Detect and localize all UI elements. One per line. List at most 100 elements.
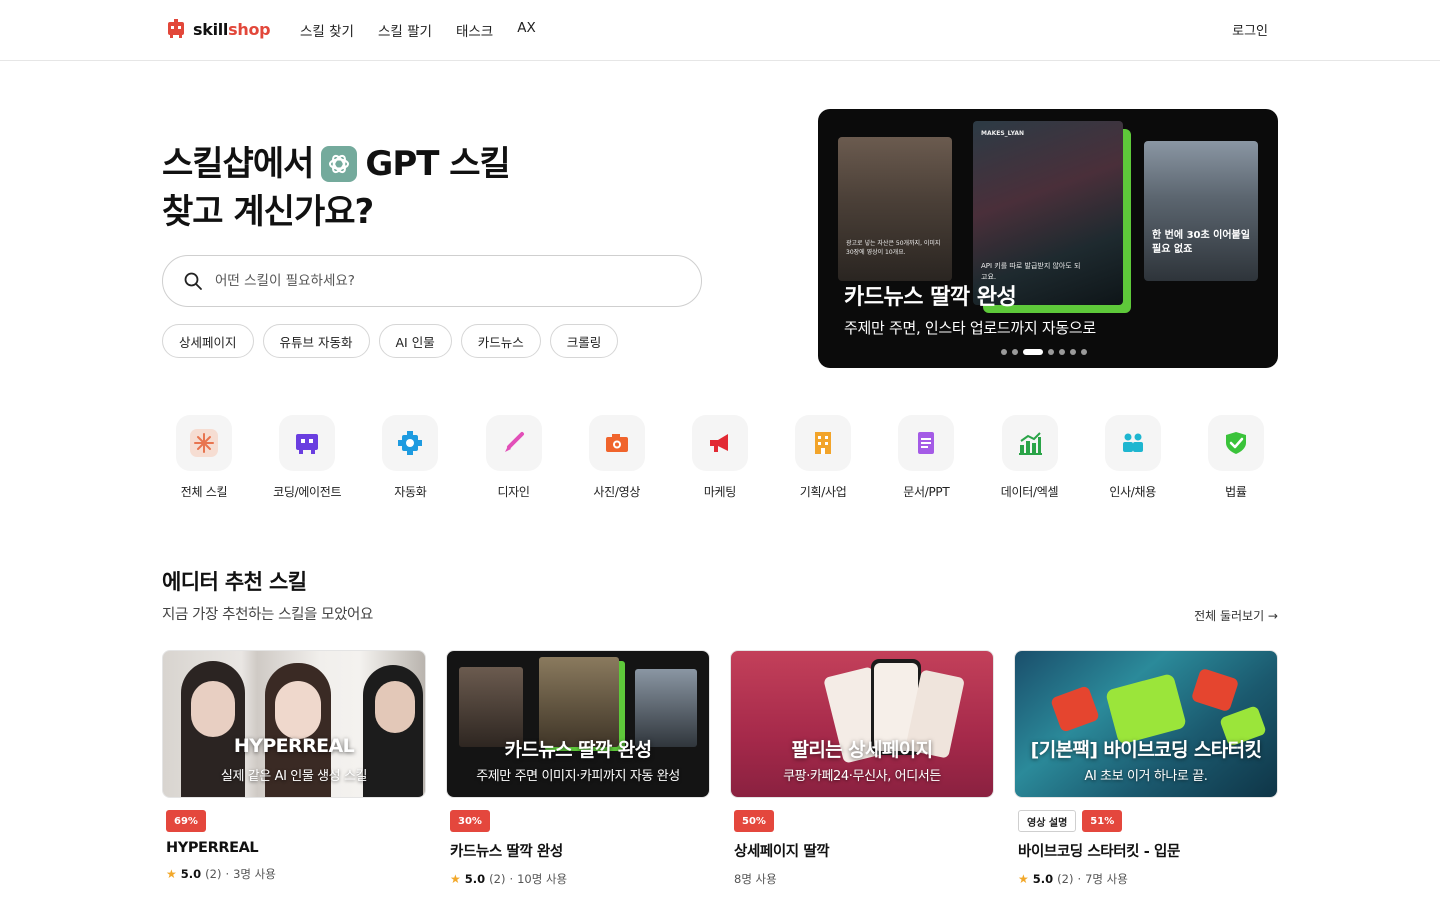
category-label: 기획/사업 bbox=[799, 485, 847, 499]
carousel-dot[interactable] bbox=[1048, 349, 1054, 355]
carousel-dots bbox=[1001, 349, 1087, 355]
meta-separator: · bbox=[1077, 872, 1082, 886]
banner-card1-caption: 광고로 넣는 자산은 50개까지, 이미지 30장에 영상이 10개요. bbox=[846, 240, 941, 256]
category-document-ppt[interactable]: 문서/PPT bbox=[884, 415, 968, 500]
skill-card-detail-page[interactable]: 팔리는 상세페이지 쿠팡·카페24·무신사, 어디서든 50% 상세페이지 딸깍… bbox=[730, 650, 994, 887]
thumbnail-subtitle: 쿠팡·카페24·무신사, 어디서든 bbox=[783, 769, 941, 784]
nav-task[interactable]: 태스크 bbox=[456, 20, 493, 40]
skill-card-hyperreal[interactable]: HYPERREAL 실제 같은 AI 인물 생성 스킬 69% HYPERREA… bbox=[162, 650, 426, 887]
carousel-dot[interactable] bbox=[1001, 349, 1007, 355]
main-nav: 스킬 찾기 스킬 팔기 태스크 AX bbox=[300, 20, 536, 40]
star-icon: ★ bbox=[450, 872, 461, 886]
bar-chart-icon bbox=[1001, 415, 1058, 471]
rating: 5.0 bbox=[180, 867, 202, 881]
user-count: 8명 사용 bbox=[734, 872, 777, 886]
keyword-chips: 상세페이지 유튜브 자동화 AI 인물 카드뉴스 크롤링 bbox=[162, 324, 619, 358]
category-planning-business[interactable]: 기획/사업 bbox=[781, 415, 865, 500]
discount-badge: 30% bbox=[450, 810, 490, 832]
category-design[interactable]: 디자인 bbox=[472, 415, 556, 500]
chip-youtube-automation[interactable]: 유튜브 자동화 bbox=[262, 324, 370, 358]
skill-thumbnail: [기본팩] 바이브코딩 스타터킷 AI 초보 이거 하나로 끝. bbox=[1014, 650, 1278, 798]
skill-meta: ★ 5.0 (2) · 10명 사용 bbox=[446, 871, 710, 887]
carousel-dot[interactable] bbox=[1059, 349, 1065, 355]
discount-badge: 50% bbox=[734, 810, 774, 832]
skill-name[interactable]: HYPERREAL bbox=[162, 840, 426, 856]
thumbnail-title: 카드뉴스 딸깍 완성 bbox=[504, 739, 652, 761]
category-hr-recruit[interactable]: 인사/채용 bbox=[1091, 415, 1175, 500]
banner-image-street: 광고로 넣는 자산은 50개까지, 이미지 30장에 영상이 10개요. bbox=[838, 137, 952, 281]
search-input[interactable] bbox=[215, 273, 675, 289]
hero-title-line1-post: GPT 스킬 bbox=[365, 144, 510, 184]
chip-crawling[interactable]: 크롤링 bbox=[549, 324, 619, 358]
skill-card-vibe-coding[interactable]: [기본팩] 바이브코딩 스타터킷 AI 초보 이거 하나로 끝. 영상 설명 5… bbox=[1014, 650, 1278, 887]
category-legal[interactable]: 법률 bbox=[1194, 415, 1278, 500]
carousel-dot-active[interactable] bbox=[1023, 349, 1043, 355]
carousel-dot[interactable] bbox=[1081, 349, 1087, 355]
user-count: 3명 사용 bbox=[233, 867, 276, 881]
skill-thumbnail: 카드뉴스 딸깍 완성 주제만 주면 이미지·카피까지 자동 완성 bbox=[446, 650, 710, 798]
skill-name[interactable]: 바이브코딩 스타터킷 - 입문 bbox=[1014, 840, 1278, 861]
category-label: 사진/영상 bbox=[593, 485, 641, 499]
badge-row: 50% bbox=[730, 810, 994, 832]
user-count: 10명 사용 bbox=[517, 872, 568, 886]
section-subtitle: 지금 가장 추천하는 스킬을 모았어요 bbox=[162, 607, 373, 623]
category-label: 전체 스킬 bbox=[180, 485, 228, 499]
nav-sell-skill[interactable]: 스킬 팔기 bbox=[378, 20, 432, 40]
gear-icon bbox=[382, 415, 439, 471]
people-icon bbox=[1104, 415, 1161, 471]
category-all[interactable]: 전체 스킬 bbox=[162, 415, 246, 500]
skill-name[interactable]: 상세페이지 딸깍 bbox=[730, 840, 994, 861]
badge-row: 30% bbox=[446, 810, 710, 832]
skill-thumbnail: HYPERREAL 실제 같은 AI 인물 생성 스킬 bbox=[162, 650, 426, 798]
category-data-excel[interactable]: 데이터/엑셀 bbox=[988, 415, 1072, 500]
category-label: 문서/PPT bbox=[903, 485, 950, 499]
banner-card3-caption: 한 번에 30초 이어붙일 필요 없죠 bbox=[1152, 230, 1250, 255]
skill-name[interactable]: 카드뉴스 딸깍 완성 bbox=[446, 840, 710, 861]
skill-card-cardnews[interactable]: 카드뉴스 딸깍 완성 주제만 주면 이미지·카피까지 자동 완성 30% 카드뉴… bbox=[446, 650, 710, 887]
login-link[interactable]: 로그인 bbox=[1232, 20, 1268, 39]
chip-card-news[interactable]: 카드뉴스 bbox=[460, 324, 541, 358]
view-all-link[interactable]: 전체 둘러보기 → bbox=[1194, 607, 1278, 624]
category-list: 전체 스킬 코딩/에이전트 자동화 디자인 사진/영상 마케팅 기획/사업 문서… bbox=[162, 415, 1278, 500]
search-icon bbox=[184, 272, 202, 290]
portrait-face bbox=[191, 681, 235, 737]
discount-badge: 51% bbox=[1082, 810, 1123, 832]
meta-separator: · bbox=[509, 872, 514, 886]
thumbnail-title: HYPERREAL bbox=[233, 735, 355, 757]
badge-row: 영상 설명 51% bbox=[1014, 810, 1278, 832]
carousel-dot[interactable] bbox=[1012, 349, 1018, 355]
logo-text: skillshop bbox=[193, 19, 271, 39]
search-bar[interactable] bbox=[162, 255, 702, 307]
top-header: skillshop 스킬 찾기 스킬 팔기 태스크 AX 로그인 bbox=[0, 0, 1440, 61]
hero-title: 스킬샵에서 GPT 스킬 찾고 계신가요? bbox=[162, 140, 511, 236]
category-label: 디자인 bbox=[497, 485, 530, 499]
sparkle-icon bbox=[176, 415, 232, 471]
skill-meta: 8명 사용 bbox=[730, 871, 994, 887]
category-photo-video[interactable]: 사진/영상 bbox=[575, 415, 659, 500]
banner-image-smoke: 한 번에 30초 이어붙일 필요 없죠 bbox=[1144, 141, 1258, 281]
category-coding-agent[interactable]: 코딩/에이전트 bbox=[265, 415, 349, 500]
thumbnail-subtitle: AI 초보 이거 하나로 끝. bbox=[1084, 769, 1208, 784]
megaphone-icon bbox=[691, 415, 748, 471]
category-marketing[interactable]: 마케팅 bbox=[678, 415, 762, 500]
review-count: (2) bbox=[205, 867, 222, 881]
review-count: (2) bbox=[1057, 872, 1074, 886]
document-icon bbox=[898, 415, 955, 471]
nav-find-skill[interactable]: 스킬 찾기 bbox=[300, 20, 354, 40]
logo-robot-icon bbox=[168, 19, 184, 38]
carousel-dot[interactable] bbox=[1070, 349, 1076, 355]
chip-detail-page[interactable]: 상세페이지 bbox=[162, 324, 254, 358]
category-label: 데이터/엑셀 bbox=[1000, 485, 1059, 499]
skill-meta: ★ 5.0 (2) · 3명 사용 bbox=[162, 866, 426, 882]
hero-title-line2: 찾고 계신가요? bbox=[162, 192, 374, 232]
chip-ai-person[interactable]: AI 인물 bbox=[378, 324, 452, 358]
category-automation[interactable]: 자동화 bbox=[368, 415, 452, 500]
logo[interactable]: skillshop bbox=[165, 18, 271, 40]
hero-banner-carousel[interactable]: 광고로 넣는 자산은 50개까지, 이미지 30장에 영상이 10개요. MAK… bbox=[818, 109, 1278, 368]
portrait-face bbox=[375, 681, 415, 733]
nav-ax[interactable]: AX bbox=[517, 20, 535, 40]
section-title: 에디터 추천 스킬 bbox=[162, 570, 307, 594]
thumb-photo bbox=[539, 657, 619, 747]
user-count: 7명 사용 bbox=[1085, 872, 1128, 886]
category-label: 마케팅 bbox=[703, 485, 737, 499]
